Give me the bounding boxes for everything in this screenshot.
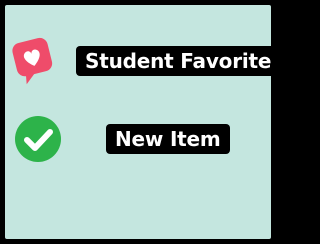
new-item-label: New Item bbox=[106, 124, 230, 154]
badge-legend-frame: Student Favorite New Item bbox=[0, 0, 281, 244]
heart-speech-bubble-icon bbox=[9, 36, 57, 86]
student-favorite-label: Student Favorite bbox=[76, 46, 281, 76]
check-circle-icon bbox=[14, 115, 62, 163]
